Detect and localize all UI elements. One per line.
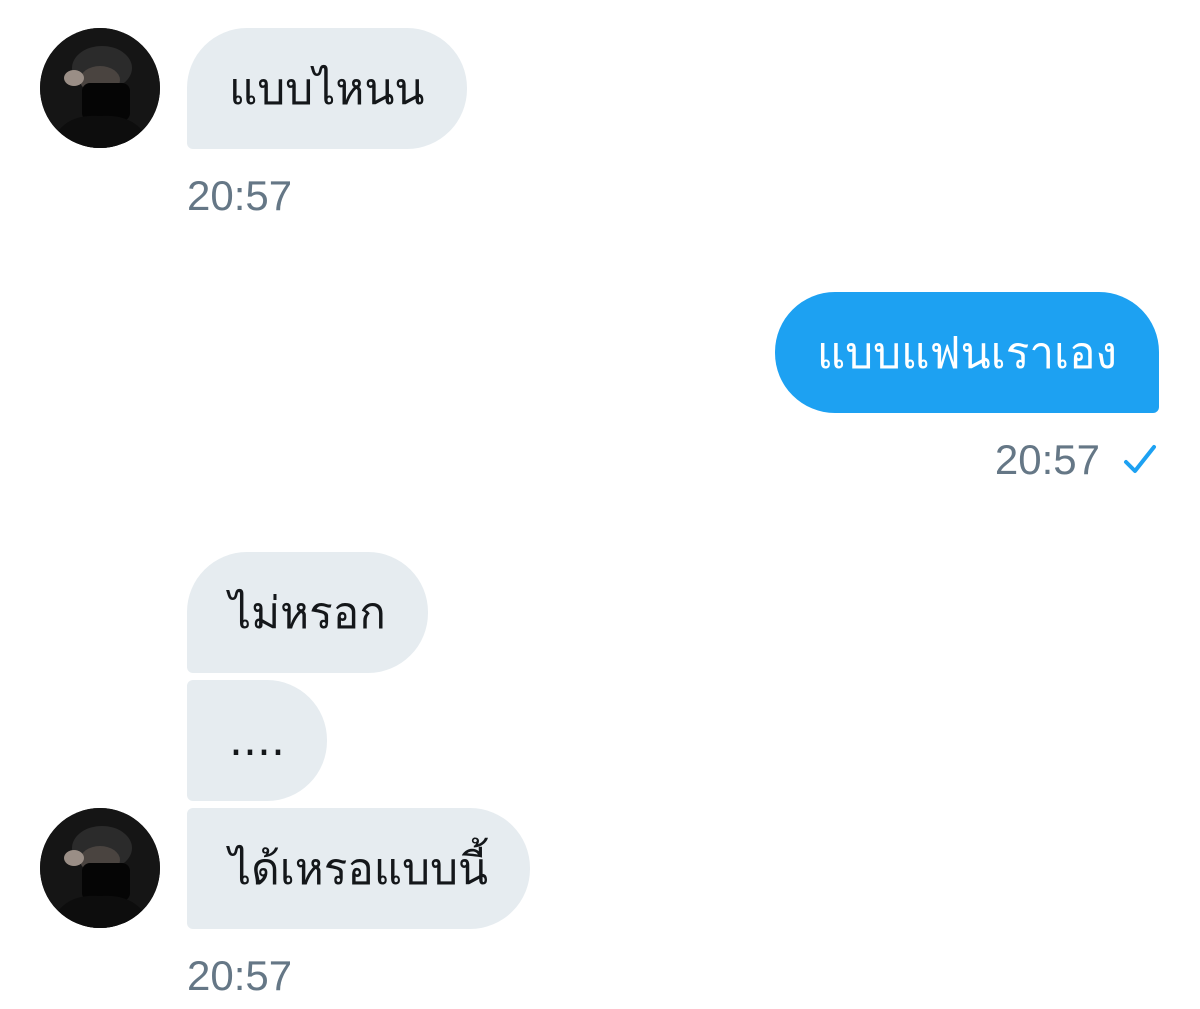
- contact-avatar[interactable]: [40, 28, 160, 148]
- message-text: ไม่หรอก: [229, 587, 386, 639]
- contact-avatar[interactable]: [40, 808, 160, 928]
- message-text: ....: [229, 715, 285, 766]
- message-text: แบบไหนน: [229, 63, 425, 115]
- message-text: ได้เหรอแบบนี้: [229, 843, 489, 895]
- message-timestamp: 20:57: [187, 172, 293, 219]
- message-bubble-incoming[interactable]: ไม่หรอก: [187, 552, 428, 673]
- message-bubble-incoming[interactable]: ....: [187, 680, 327, 801]
- sent-check-icon: [1124, 445, 1156, 473]
- message-timestamp: 20:57: [187, 952, 293, 999]
- message-bubble-outgoing[interactable]: แบบแฟนเราเอง: [774, 292, 1159, 413]
- message-text: แบบแฟนเราเอง: [816, 327, 1117, 379]
- message-timestamp: 20:57: [994, 436, 1100, 483]
- message-bubble-incoming[interactable]: แบบไหนน: [187, 28, 467, 149]
- message-bubble-incoming[interactable]: ได้เหรอแบบนี้: [187, 808, 531, 929]
